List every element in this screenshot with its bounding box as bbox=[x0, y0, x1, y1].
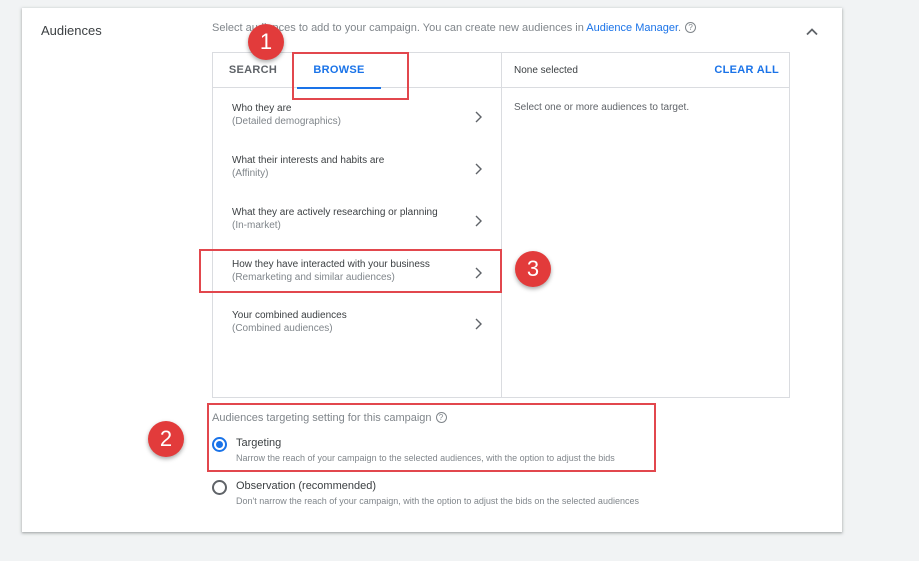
selection-status: None selected bbox=[514, 65, 578, 76]
chevron-right-icon bbox=[475, 215, 482, 227]
category-in-market[interactable]: What they are actively researching or pl… bbox=[213, 201, 502, 245]
category-title: What their interests and habits are bbox=[232, 155, 385, 166]
selection-hint: Select one or more audiences to target. bbox=[514, 102, 690, 113]
section-title: Audiences bbox=[41, 23, 102, 38]
picker-tabs: SEARCH BROWSE bbox=[213, 53, 502, 89]
audience-picker: SEARCH BROWSE Who they are (Detailed dem… bbox=[212, 52, 790, 398]
category-subtitle: (Affinity) bbox=[232, 168, 269, 179]
description-suffix: . bbox=[678, 22, 682, 34]
help-icon[interactable]: ? bbox=[435, 412, 447, 423]
audiences-card: Audiences Select audiences to add to you… bbox=[22, 8, 842, 532]
observation-option[interactable]: Observation (recommended) Don't narrow t… bbox=[212, 479, 732, 515]
category-affinity[interactable]: What their interests and habits are (Aff… bbox=[213, 149, 502, 193]
audience-manager-link[interactable]: Audience Manager bbox=[586, 22, 678, 34]
targeting-option[interactable]: Targeting Narrow the reach of your campa… bbox=[212, 436, 732, 472]
browse-pane: SEARCH BROWSE Who they are (Detailed dem… bbox=[213, 53, 502, 397]
annotation-badge-1: 1 bbox=[248, 24, 284, 60]
annotation-badge-3: 3 bbox=[515, 251, 551, 287]
category-detailed-demographics[interactable]: Who they are (Detailed demographics) bbox=[213, 97, 502, 141]
category-title: Your combined audiences bbox=[232, 310, 347, 321]
chevron-right-icon bbox=[475, 267, 482, 279]
radio-description: Don't narrow the reach of your campaign,… bbox=[236, 496, 639, 506]
help-icon[interactable]: ? bbox=[685, 22, 697, 33]
annotation-badge-2: 2 bbox=[148, 421, 184, 457]
category-subtitle: (Remarketing and similar audiences) bbox=[232, 272, 395, 283]
chevron-up-icon[interactable] bbox=[804, 24, 820, 40]
category-title: How they have interacted with your busin… bbox=[232, 259, 430, 270]
targeting-setting-text: Audiences targeting setting for this cam… bbox=[212, 412, 432, 424]
targeting-radio[interactable] bbox=[212, 437, 227, 452]
category-subtitle: (Detailed demographics) bbox=[232, 116, 341, 127]
selection-header: None selected CLEAR ALL bbox=[502, 53, 789, 88]
selection-pane: None selected CLEAR ALL Select one or mo… bbox=[502, 53, 789, 397]
chevron-right-icon bbox=[475, 163, 482, 175]
tab-browse[interactable]: BROWSE bbox=[297, 53, 381, 89]
targeting-setting-label: Audiences targeting setting for this cam… bbox=[212, 412, 447, 424]
category-combined-audiences[interactable]: Your combined audiences (Combined audien… bbox=[213, 304, 502, 348]
observation-radio[interactable] bbox=[212, 480, 227, 495]
tab-search[interactable]: SEARCH bbox=[223, 53, 283, 88]
radio-description: Narrow the reach of your campaign to the… bbox=[236, 453, 615, 463]
category-title: Who they are bbox=[232, 103, 292, 114]
category-title: What they are actively researching or pl… bbox=[232, 207, 438, 218]
chevron-right-icon bbox=[475, 111, 482, 123]
category-subtitle: (In-market) bbox=[232, 220, 281, 231]
section-description: Select audiences to add to your campaign… bbox=[212, 22, 697, 34]
chevron-right-icon bbox=[475, 318, 482, 330]
category-subtitle: (Combined audiences) bbox=[232, 323, 333, 334]
radio-title: Targeting bbox=[236, 437, 282, 449]
clear-all-button[interactable]: CLEAR ALL bbox=[714, 64, 779, 76]
radio-title: Observation (recommended) bbox=[236, 480, 377, 492]
category-remarketing[interactable]: How they have interacted with your busin… bbox=[213, 253, 502, 297]
